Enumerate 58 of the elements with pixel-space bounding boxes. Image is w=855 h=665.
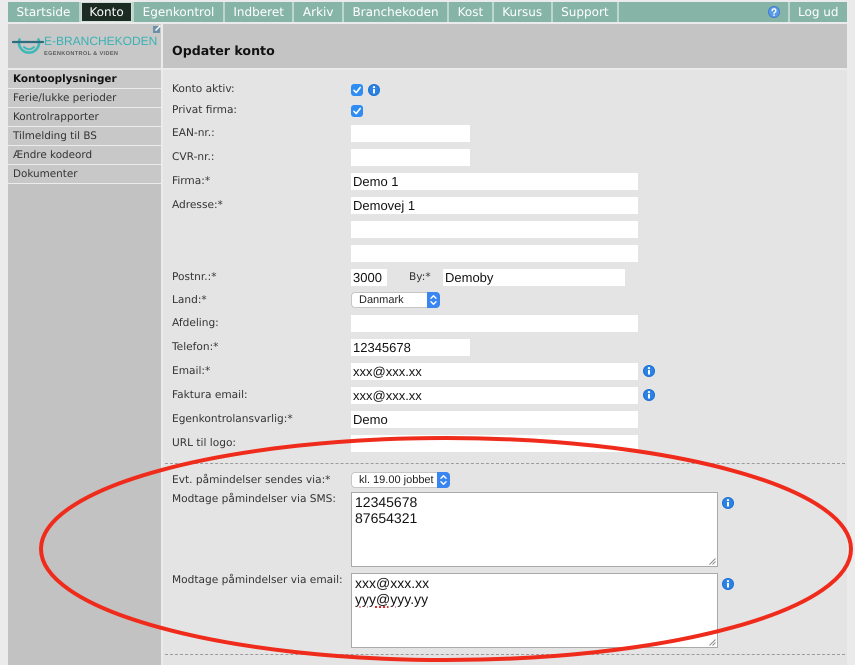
checkbox[interactable] <box>351 104 363 116</box>
dropdown[interactable]: kl. 19.00 jobbet <box>351 472 450 488</box>
field-label: Modtage påmindelser via SMS: <box>172 492 337 506</box>
field-label: Email:* <box>172 364 212 378</box>
text-field[interactable]: 12345678 <box>351 338 470 356</box>
field-label: CVR-nr.: <box>172 150 216 164</box>
info-icon[interactable] <box>643 365 655 377</box>
help-icon[interactable] <box>768 6 780 18</box>
logo-icon <box>12 35 45 57</box>
sidebar-item[interactable]: Kontrolrapporter <box>8 108 161 127</box>
nav-tab[interactable]: Konto <box>78 2 132 22</box>
resize-grip-icon[interactable] <box>709 639 716 646</box>
field-label: Land:* <box>172 294 208 306</box>
text-field[interactable]: Demo 1 <box>351 172 638 190</box>
text-field[interactable]: xxx@xxx.xx <box>351 386 638 404</box>
text-field[interactable]: Demovej 1 <box>351 196 638 214</box>
info-icon[interactable] <box>643 389 655 401</box>
page-title: Opdater konto <box>172 43 275 58</box>
field-label: Egenkontrolansvarlig:* <box>172 412 294 426</box>
field-label: Faktura email: <box>172 388 249 402</box>
updown-arrows-icon <box>436 472 450 488</box>
sidebar-item[interactable]: Dokumenter <box>8 165 161 184</box>
field-label: Modtage påmindelser via email: <box>172 573 344 587</box>
checkbox[interactable] <box>351 84 363 96</box>
info-icon[interactable] <box>368 84 380 96</box>
field-label: URL til logo: <box>172 436 237 450</box>
text-field[interactable] <box>351 148 470 166</box>
edit-icon[interactable] <box>153 25 161 33</box>
postcode-field[interactable]: 3000 <box>351 268 387 286</box>
city-field[interactable]: Demoby <box>443 268 625 286</box>
field-label: EAN-nr.: <box>172 126 216 140</box>
textarea-field[interactable]: xxx@xxx.xx yyy@yyy.yy <box>351 573 718 648</box>
sidebar-item[interactable]: Ferie/lukke perioder <box>8 89 161 108</box>
field-label: Firma:* <box>172 174 212 188</box>
sidebar-item[interactable]: Ændre kodeord <box>8 146 161 165</box>
text-field[interactable] <box>351 124 470 142</box>
text-field[interactable] <box>351 220 638 238</box>
field-label: Adresse:* <box>172 198 224 212</box>
field-label: By:* <box>409 271 432 283</box>
field-label: Telefon:* <box>172 340 220 354</box>
sidebar-item[interactable]: Kontooplysninger <box>8 70 161 89</box>
updown-arrows-icon <box>427 292 440 308</box>
brand-name: E-BRANCHEKODEN <box>44 34 158 48</box>
dropdown[interactable]: Danmark <box>351 292 440 308</box>
field-label: Privat firma: <box>172 104 238 117</box>
field-label: Konto aktiv: <box>172 83 236 96</box>
info-icon[interactable] <box>722 578 734 590</box>
text-field[interactable]: Demo <box>351 410 638 428</box>
textarea-field[interactable]: 12345678 87654321 <box>351 492 718 567</box>
text-field[interactable]: xxx@xxx.xx <box>351 362 638 380</box>
resize-grip-icon[interactable] <box>709 558 716 565</box>
field-label: Evt. påmindelser sendes via:* <box>172 474 332 486</box>
text-field[interactable] <box>351 314 638 332</box>
sidebar-item[interactable]: Tilmelding til BS <box>8 127 161 146</box>
info-icon[interactable] <box>722 497 734 509</box>
field-label: Postnr.:* <box>172 270 218 284</box>
field-label: Afdeling: <box>172 316 220 330</box>
text-field[interactable] <box>351 244 638 262</box>
